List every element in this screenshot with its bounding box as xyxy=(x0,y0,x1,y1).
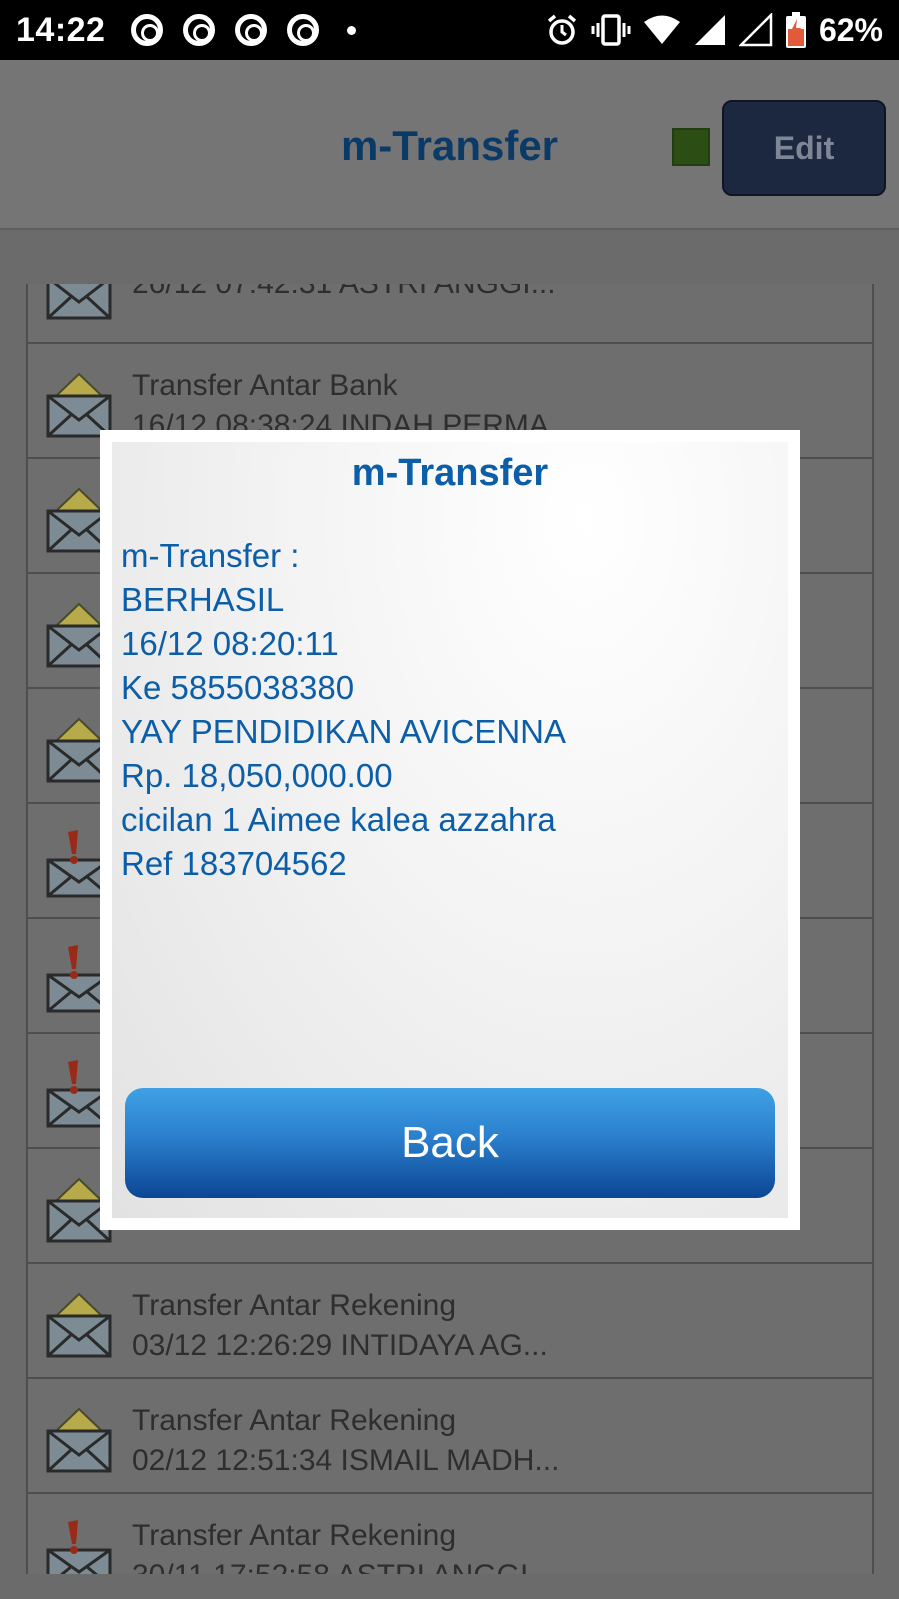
system-icons: 62% xyxy=(545,11,883,49)
message-line: YAY PENDIDIKAN AVICENNA xyxy=(121,713,567,750)
signal-empty-icon xyxy=(738,13,773,47)
message-line: Ref 183704562 xyxy=(121,845,347,882)
list-item-text: Transfer Antar Rekening 02/12 12:51:34 IS… xyxy=(132,1401,559,1481)
dialog-body: m-Transfer m-Transfer : BERHASIL 16/12 08:… xyxy=(112,442,788,1218)
list-item-text: 26/12 07:42:31 ASTRI ANGGI... xyxy=(132,284,556,304)
message-line: Rp. 18,050,000.00 xyxy=(121,757,393,794)
dialog-title: m-Transfer xyxy=(351,452,549,494)
envelope-alert-icon xyxy=(46,1516,112,1574)
vibrate-icon xyxy=(591,14,631,46)
sync-icon xyxy=(131,14,164,46)
list-item-title: Transfer Antar Rekening xyxy=(132,1404,457,1437)
transfer-result-dialog: m-Transfer m-Transfer : BERHASIL 16/12 08:… xyxy=(100,430,800,1230)
sync-icon xyxy=(183,14,216,46)
list-item-subtitle: 30/11 17:52:58 ASTRI ANGGI... xyxy=(132,1556,553,1574)
status-indicator xyxy=(672,128,710,166)
list-item-title: Transfer Antar Rekening xyxy=(132,1519,457,1552)
envelope-icon xyxy=(46,366,112,438)
envelope-icon xyxy=(46,1401,112,1473)
envelope-icon xyxy=(46,1286,112,1358)
list-item-subtitle: 03/12 12:26:29 INTIDAYA AG... xyxy=(132,1329,548,1362)
message-line: Ke 5855038380 xyxy=(121,669,355,706)
sync-icon xyxy=(287,14,320,46)
list-item[interactable]: Transfer Antar Rekening 03/12 12:26:29 IN… xyxy=(26,1264,874,1379)
message-line: 16/12 08:20:11 xyxy=(121,625,339,662)
battery-percent: 62% xyxy=(818,11,883,48)
list-item[interactable]: Transfer Antar Rekening 30/11 17:52:58 AS… xyxy=(26,1494,874,1574)
edit-button[interactable]: Edit xyxy=(722,100,886,196)
signal-icon xyxy=(694,15,725,45)
list-item[interactable]: 26/12 07:42:31 ASTRI ANGGI... xyxy=(26,284,874,344)
transfer-message: m-Transfer : BERHASIL 16/12 08:20:11 Ke 585… xyxy=(121,534,566,886)
notification-icons xyxy=(131,14,357,46)
message-line: m-Transfer : xyxy=(121,537,300,574)
list-item-subtitle: 26/12 07:42:31 ASTRI ANGGI... xyxy=(132,284,556,304)
list-item-text: Transfer Antar Rekening 30/11 17:52:58 AS… xyxy=(132,1516,553,1574)
list-item-subtitle: 02/12 12:51:34 ISMAIL MADH... xyxy=(132,1444,560,1477)
alarm-icon xyxy=(547,14,577,45)
list-item[interactable]: Transfer Antar Rekening 02/12 12:51:34 IS… xyxy=(26,1379,874,1494)
more-notifications-icon xyxy=(347,25,357,35)
envelope-icon xyxy=(46,284,112,320)
message-line: cicilan 1 Aimee kalea azzahra xyxy=(121,801,556,838)
wifi-icon xyxy=(643,15,680,44)
message-line: BERHASIL xyxy=(121,581,285,618)
sync-icon xyxy=(235,14,268,46)
clock: 14:22 xyxy=(16,10,106,49)
list-item-title: Transfer Antar Bank xyxy=(132,369,398,402)
status-bar: 14:22 62% xyxy=(0,0,899,60)
list-item-title: Transfer Antar Rekening xyxy=(132,1289,457,1322)
back-button[interactable]: Back xyxy=(125,1088,775,1198)
battery-charging-icon xyxy=(785,12,806,48)
list-item-text: Transfer Antar Rekening 03/12 12:26:29 IN… xyxy=(132,1286,548,1366)
app-header: m-Transfer Edit xyxy=(0,60,899,230)
